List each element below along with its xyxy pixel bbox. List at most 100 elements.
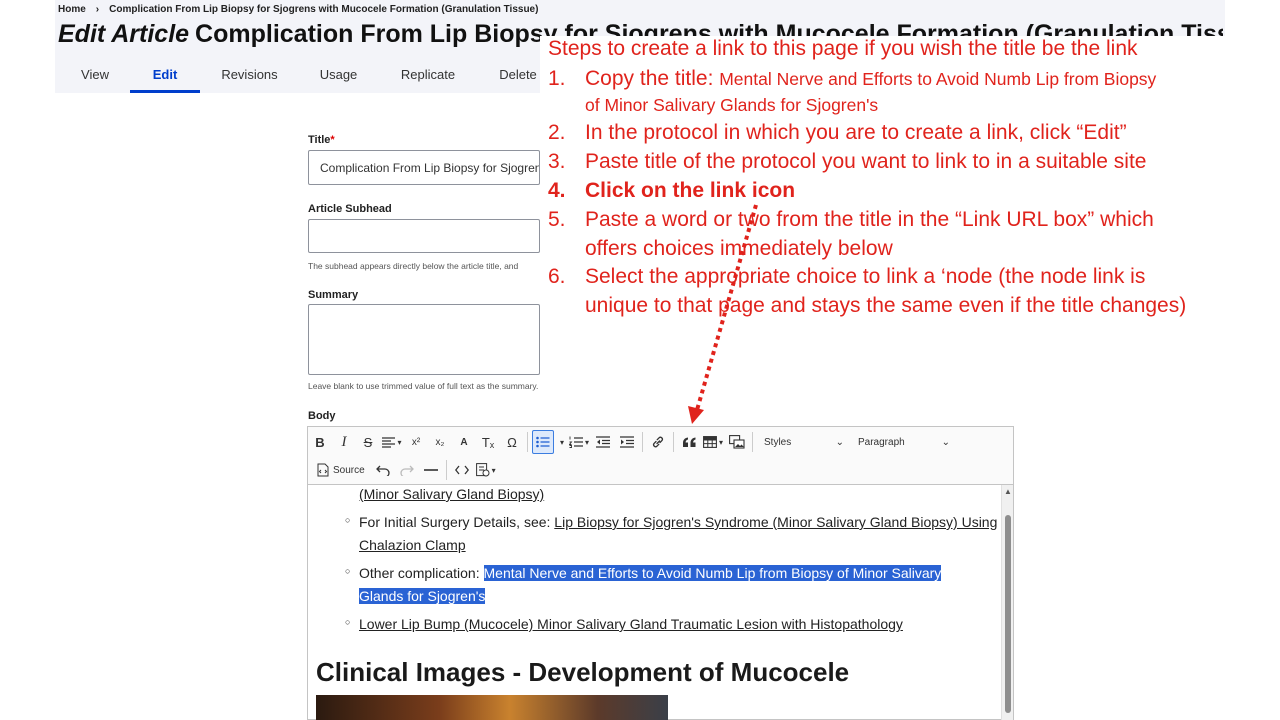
toolbar-separator	[527, 432, 528, 452]
annotation-heading: Steps to create a link to this page if y…	[548, 37, 1138, 60]
summary-textarea[interactable]	[308, 304, 540, 375]
code-button[interactable]	[451, 458, 473, 482]
toolbar-separator	[673, 432, 674, 452]
editor-scrollbar[interactable]: ▲	[1001, 485, 1013, 720]
image-icon	[729, 435, 745, 449]
list-item: For Initial Surgery Details, see: Lip Bi…	[359, 511, 997, 557]
step-number: 5.	[548, 208, 566, 231]
show-blocks-dropdown[interactable]: ▾	[475, 458, 497, 482]
selected-text[interactable]: Mental Nerve and Efforts to Avoid Numb L…	[483, 565, 942, 581]
horizontal-line-icon	[423, 469, 438, 471]
toolbar-row-2: Source ▾	[308, 456, 498, 484]
subhead-input[interactable]	[308, 219, 540, 253]
annotation-step-3: 3. Paste title of the protocol you want t…	[548, 147, 1146, 176]
body-label: Body	[308, 410, 336, 422]
breadcrumb-home[interactable]: Home	[58, 4, 86, 15]
list-item-prefix: Other complication:	[359, 565, 484, 581]
bulleted-list-button[interactable]	[532, 430, 554, 454]
font-color-button[interactable]: A	[453, 430, 475, 454]
indent-icon	[620, 436, 634, 448]
list-item-link[interactable]: Lip Biopsy for Sjogren's Syndrome (Minor…	[554, 514, 997, 530]
table-icon	[703, 436, 717, 448]
superscript-button[interactable]: x²	[405, 430, 427, 454]
bulleted-list-icon	[536, 436, 550, 448]
tab-usage[interactable]: Usage	[299, 60, 378, 93]
indent-button[interactable]	[616, 430, 638, 454]
breadcrumb-current: Complication From Lip Biopsy for Sjogren…	[109, 4, 539, 15]
step-text: Copy the title:	[585, 67, 720, 90]
list-item: (Minor Salivary Gland Biopsy)	[359, 485, 544, 506]
step-number: 1.	[548, 67, 566, 90]
outdent-button[interactable]	[592, 430, 614, 454]
bullet-icon: ○	[345, 617, 351, 627]
redo-button[interactable]	[396, 458, 418, 482]
align-dropdown[interactable]: ▾	[381, 430, 403, 454]
paragraph-dropdown-label: Paragraph	[858, 436, 905, 448]
bulleted-list-chevron-icon[interactable]: ▾	[556, 430, 566, 454]
subscript-button[interactable]: x₂	[429, 430, 451, 454]
title-label: Title*	[308, 134, 335, 146]
bold-button[interactable]: B	[309, 430, 331, 454]
special-characters-button[interactable]: Ω	[501, 430, 523, 454]
bullet-icon: ○	[345, 566, 351, 576]
remove-format-button[interactable]: Tₓ	[477, 430, 499, 454]
insert-media-button[interactable]	[726, 430, 748, 454]
blockquote-button[interactable]	[678, 430, 700, 454]
source-button[interactable]: Source	[316, 458, 365, 482]
chevron-down-icon: ▾	[491, 465, 496, 475]
link-button[interactable]	[647, 430, 669, 454]
undo-button[interactable]	[372, 458, 394, 482]
annotation-step-2: 2. In the protocol in which you are to cr…	[548, 118, 1127, 147]
tab-replicate[interactable]: Replicate	[378, 60, 478, 93]
undo-icon	[375, 465, 390, 476]
list-item-link[interactable]: (Minor Salivary Gland Biopsy)	[359, 486, 544, 502]
editor-content[interactable]: (Minor Salivary Gland Biopsy) ○ For Init…	[308, 485, 1002, 720]
list-item-link[interactable]: Lower Lip Bump (Mucocele) Minor Salivary…	[359, 616, 903, 632]
table-dropdown[interactable]: ▾	[702, 430, 724, 454]
scroll-up-icon[interactable]: ▲	[1004, 487, 1012, 496]
paragraph-dropdown[interactable]: Paragraph ⌄	[854, 430, 954, 454]
strikethrough-button[interactable]: S	[357, 430, 379, 454]
chevron-down-icon: ▾	[397, 437, 402, 447]
summary-help: Leave blank to use trimmed value of full…	[308, 381, 539, 391]
chevron-down-icon: ▾	[718, 437, 723, 447]
title-input[interactable]: Complication From Lip Biopsy for Sjogren…	[308, 150, 540, 185]
list-item-link[interactable]: Chalazion Clamp	[359, 537, 466, 553]
tab-revisions[interactable]: Revisions	[200, 60, 299, 93]
horizontal-line-button[interactable]	[420, 458, 442, 482]
breadcrumb: Home › Complication From Lip Biopsy for Sj…	[58, 4, 538, 15]
annotation-step-1: 1. Copy the title: Mental Nerve and Effor…	[548, 64, 1156, 94]
clinical-image	[316, 695, 668, 720]
numbered-list-button[interactable]: ▾	[568, 430, 590, 454]
step-number: 2.	[548, 121, 566, 144]
step-text: Select the appropriate choice to link a …	[585, 265, 1146, 288]
required-mark: *	[330, 134, 335, 146]
arrow-head-icon	[688, 406, 704, 424]
styles-dropdown[interactable]: Styles ⌄	[760, 430, 848, 454]
annotation-step-1-cont: of Minor Salivary Glands for Sjogren's	[585, 95, 879, 115]
step-number: 3.	[548, 150, 566, 173]
scrollbar-thumb[interactable]	[1005, 515, 1011, 713]
list-item-prefix: For Initial Surgery Details, see:	[359, 514, 555, 530]
tab-edit[interactable]: Edit	[130, 60, 200, 93]
summary-label: Summary	[308, 289, 359, 301]
step-number: 6.	[548, 265, 566, 288]
breadcrumb-separator-icon: ›	[95, 4, 100, 15]
chevron-down-icon: ▾	[584, 437, 589, 447]
step-text: Paste a word or two from the title in th…	[585, 208, 1154, 231]
italic-button[interactable]: I	[333, 430, 355, 454]
chevron-down-icon: ⌄	[835, 436, 844, 448]
annotation-step-6-cont: unique to that page and stays the same e…	[585, 294, 1187, 317]
editor-toolbar: B I S ▾ x² x₂ A Tₓ Ω ▾ ▾ ▾ Styles ⌄ Para…	[308, 427, 1013, 485]
step-text: Paste title of the protocol you want to …	[585, 150, 1147, 173]
align-left-icon	[382, 436, 396, 448]
outdent-icon	[596, 436, 610, 448]
selected-text[interactable]: Glands for Sjogren's	[359, 588, 486, 604]
bullet-icon: ○	[345, 515, 351, 525]
tab-view[interactable]: View	[60, 60, 130, 93]
toolbar-separator	[642, 432, 643, 452]
content-heading: Clinical Images - Development of Mucocel…	[316, 657, 850, 687]
quote-icon	[682, 437, 695, 447]
step-quoted-title: Mental Nerve and Efforts to Avoid Numb L…	[719, 69, 1157, 89]
code-icon	[454, 465, 469, 475]
